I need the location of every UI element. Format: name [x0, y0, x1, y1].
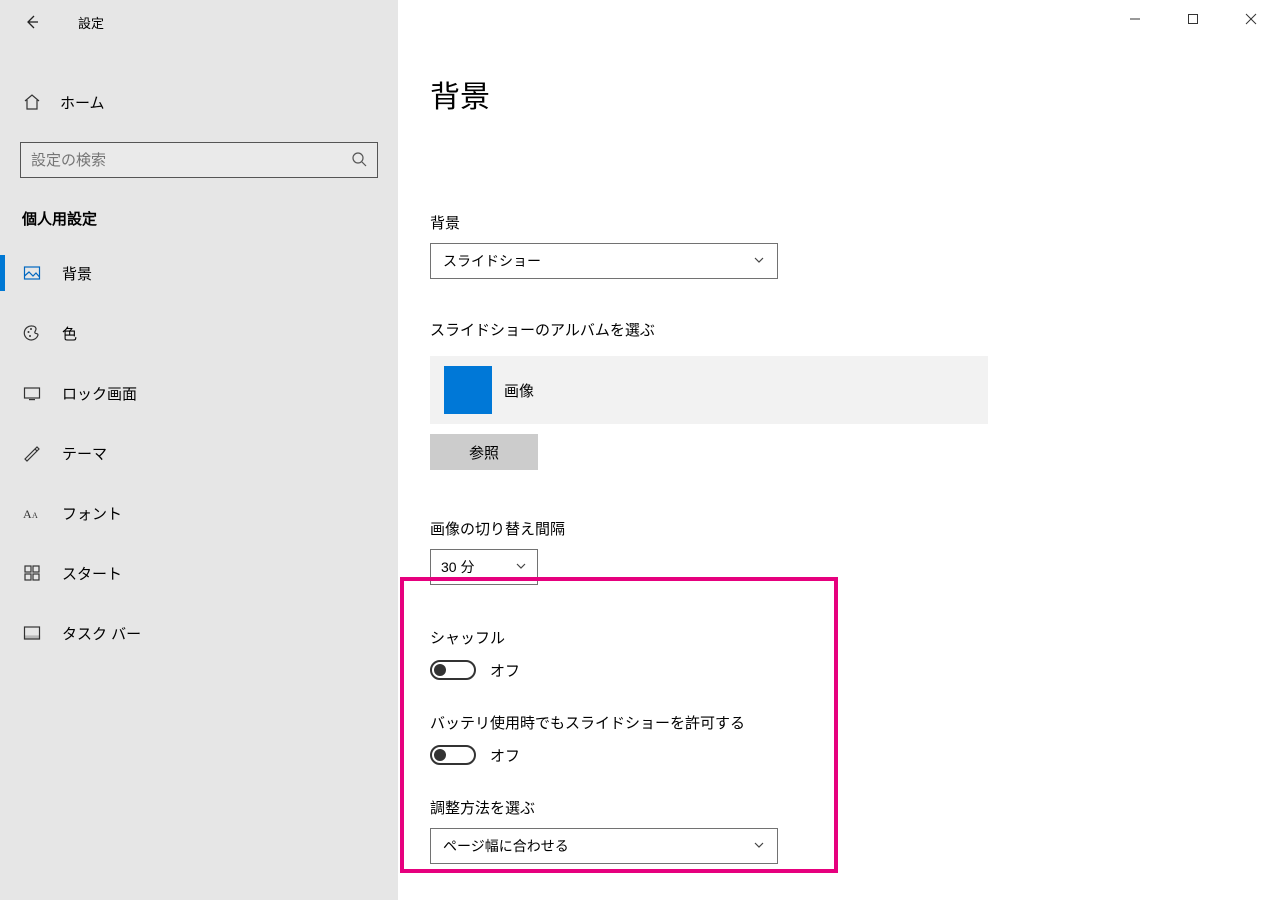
album-thumbnail [444, 366, 492, 414]
theme-icon [22, 444, 42, 462]
back-button[interactable] [18, 8, 46, 36]
taskbar-icon [22, 624, 42, 642]
battery-label: バッテリ使用時でもスライドショーを許可する [430, 712, 1280, 733]
dropdown-value: スライドショー [443, 251, 541, 271]
interval-label: 画像の切り替え間隔 [430, 518, 1280, 539]
search-icon [351, 151, 367, 170]
chevron-down-icon [515, 559, 527, 575]
content-area: 背景 背景 スライドショー スライドショーのアルバムを選ぶ 画像 参照 画像の切… [398, 0, 1280, 900]
browse-button[interactable]: 参照 [430, 434, 538, 470]
sidebar-item-colors[interactable]: 色 [0, 303, 398, 363]
sidebar-item-start[interactable]: スタート [0, 543, 398, 603]
sidebar-item-label: タスク バー [62, 623, 141, 644]
shuffle-label: シャッフル [430, 627, 1280, 648]
page-title: 背景 [430, 72, 1280, 116]
dropdown-value: 30 分 [441, 557, 474, 577]
sidebar-item-label: フォント [62, 503, 122, 524]
home-button[interactable]: ホーム [0, 80, 398, 124]
lockscreen-icon [22, 384, 42, 402]
shuffle-state: オフ [490, 660, 520, 681]
fit-label: 調整方法を選ぶ [430, 797, 1280, 818]
palette-icon [22, 324, 42, 342]
search-input[interactable] [20, 142, 378, 178]
minimize-button[interactable] [1106, 0, 1164, 37]
svg-text:A: A [23, 507, 32, 521]
sidebar-item-taskbar[interactable]: タスク バー [0, 603, 398, 663]
home-label: ホーム [60, 92, 105, 113]
sidebar-item-fonts[interactable]: AA フォント [0, 483, 398, 543]
font-icon: AA [22, 504, 42, 522]
battery-toggle[interactable] [430, 745, 476, 765]
search-field[interactable] [31, 152, 333, 169]
category-title: 個人用設定 [22, 208, 376, 229]
sidebar-item-label: 色 [62, 323, 77, 344]
album-item[interactable]: 画像 [430, 356, 988, 424]
sidebar-item-label: 背景 [62, 263, 92, 284]
window-title: 設定 [78, 13, 104, 32]
chevron-down-icon [753, 253, 765, 269]
interval-dropdown[interactable]: 30 分 [430, 549, 538, 585]
album-name: 画像 [504, 380, 534, 401]
titlebar: 設定 [0, 8, 398, 36]
shuffle-toggle[interactable] [430, 660, 476, 680]
start-icon [22, 564, 42, 582]
sidebar-item-background[interactable]: 背景 [0, 243, 398, 303]
sidebar-item-label: ロック画面 [62, 383, 137, 404]
album-label: スライドショーのアルバムを選ぶ [430, 319, 1280, 340]
close-button[interactable] [1222, 0, 1280, 37]
chevron-down-icon [753, 838, 765, 854]
svg-text:A: A [32, 511, 38, 520]
maximize-button[interactable] [1164, 0, 1222, 37]
home-icon [22, 93, 42, 111]
dropdown-value: ページ幅に合わせる [443, 836, 569, 856]
sidebar-item-themes[interactable]: テーマ [0, 423, 398, 483]
sidebar-item-lockscreen[interactable]: ロック画面 [0, 363, 398, 423]
background-label: 背景 [430, 212, 1280, 233]
sidebar-item-label: テーマ [62, 443, 107, 464]
sidebar-item-label: スタート [62, 563, 122, 584]
fit-dropdown[interactable]: ページ幅に合わせる [430, 828, 778, 864]
picture-icon [22, 264, 42, 282]
sidebar: 設定 ホーム 個人用設定 背景 色 ロック画面 テーマ [0, 0, 398, 900]
background-dropdown[interactable]: スライドショー [430, 243, 778, 279]
battery-state: オフ [490, 745, 520, 766]
window-controls [1106, 0, 1280, 37]
